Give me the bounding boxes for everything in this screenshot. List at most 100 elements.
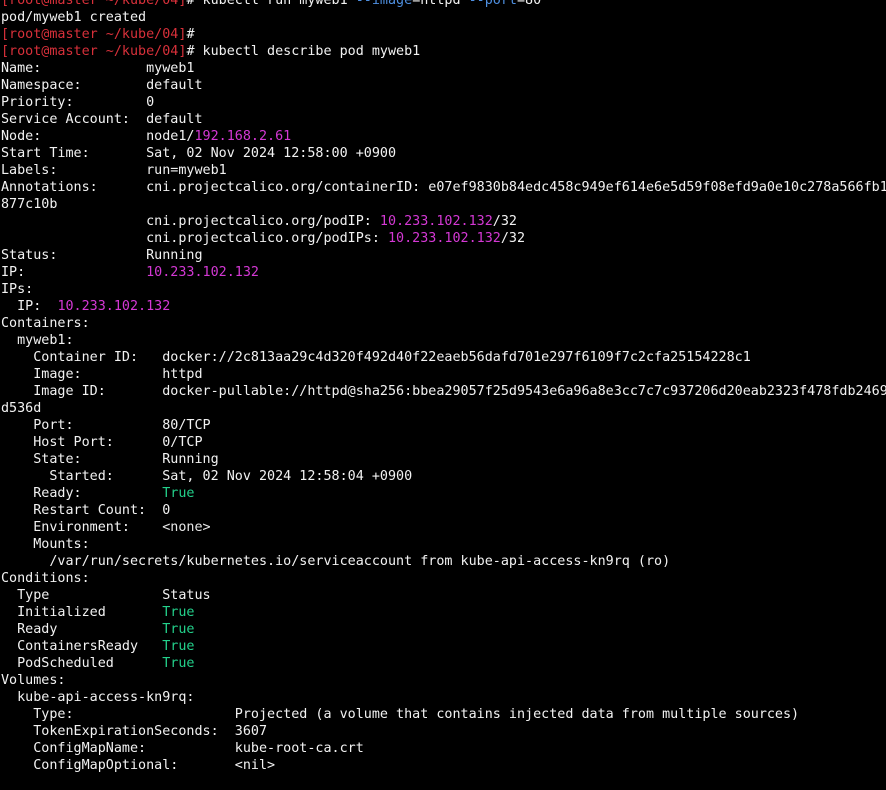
terminal-line: Container ID: docker://2c813aa29c4d320f4… xyxy=(1,349,886,366)
terminal-line: IP: 10.233.102.132 xyxy=(1,264,886,281)
shell-prompt: [root@master ~/kube/04] xyxy=(1,44,187,59)
output-text: IPs: xyxy=(1,282,34,297)
terminal-line: Initialized True xyxy=(1,604,886,621)
output-text: cni.projectcalico.org/podIP: xyxy=(1,214,380,229)
terminal-line: Name: myweb1 xyxy=(1,60,886,77)
output-text: Image: httpd xyxy=(1,367,203,382)
terminal-line: kube-api-access-kn9rq: xyxy=(1,689,886,706)
terminal-line: Image ID: docker-pullable://httpd@sha256… xyxy=(1,383,886,400)
output-text: ConfigMapOptional: <nil> xyxy=(1,758,276,773)
output-text: Namespace: default xyxy=(1,78,203,93)
output-text: kube-api-access-kn9rq: xyxy=(1,690,195,705)
output-text: IP: xyxy=(1,299,58,314)
ip-address: 10.233.102.132 xyxy=(379,214,493,229)
output-text: /var/run/secrets/kubernetes.io/serviceac… xyxy=(1,554,671,569)
output-text: ConfigMapName: kube-root-ca.crt xyxy=(1,741,364,756)
output-text: Priority: 0 xyxy=(1,95,155,110)
output-text: /32 xyxy=(500,231,526,246)
terminal-line: ContainersReady True xyxy=(1,638,886,655)
output-text: Started: Sat, 02 Nov 2024 12:58:04 +0900 xyxy=(1,469,413,484)
terminal-line: Host Port: 0/TCP xyxy=(1,434,886,451)
terminal-line: [root@master ~/kube/04]# kubectl describ… xyxy=(1,43,886,60)
output-text: Container ID: docker://2c813aa29c4d320f4… xyxy=(1,350,751,365)
output-text: ContainersReady xyxy=(1,639,163,654)
output-text: =httpd xyxy=(412,0,469,8)
terminal-line: Ready True xyxy=(1,621,886,638)
terminal-line: Annotations: cni.projectcalico.org/conta… xyxy=(1,179,886,196)
terminal-line: Namespace: default xyxy=(1,77,886,94)
output-text: Node: node1/ xyxy=(1,129,195,144)
terminal-line: Start Time: Sat, 02 Nov 2024 12:58:00 +0… xyxy=(1,145,886,162)
output-text: # kubectl describe pod myweb1 xyxy=(186,44,421,59)
output-text: myweb1: xyxy=(1,333,74,348)
output-text: 877c10b xyxy=(1,197,58,212)
output-text: Annotations: cni.projectcalico.org/conta… xyxy=(1,180,886,195)
terminal-output[interactable]: [root@master ~/kube/04]# kubectl run myw… xyxy=(1,0,886,790)
terminal-line: Status: Running xyxy=(1,247,886,264)
output-text: PodScheduled xyxy=(1,656,163,671)
output-text: # kubectl run myweb1 xyxy=(186,0,356,8)
terminal-line: IP: 10.233.102.132 xyxy=(1,298,886,315)
output-text: Volumes: xyxy=(1,673,66,688)
terminal-line: IPs: xyxy=(1,281,886,298)
output-text: Status: Running xyxy=(1,248,203,263)
terminal-line: Conditions: xyxy=(1,570,886,587)
status-true: True xyxy=(162,656,195,671)
output-text: Host Port: 0/TCP xyxy=(1,435,203,450)
terminal-line: Type: Projected (a volume that contains … xyxy=(1,706,886,723)
terminal-line: Node: node1/192.168.2.61 xyxy=(1,128,886,145)
terminal-line: cni.projectcalico.org/podIP: 10.233.102.… xyxy=(1,213,886,230)
output-text: Image ID: docker-pullable://httpd@sha256… xyxy=(1,384,886,399)
ip-address: 10.233.102.132 xyxy=(57,299,171,314)
terminal-line: Type Status xyxy=(1,587,886,604)
output-text: Start Time: Sat, 02 Nov 2024 12:58:00 +0… xyxy=(1,146,397,161)
output-text: Service Account: default xyxy=(1,112,203,127)
terminal-line: Port: 80/TCP xyxy=(1,417,886,434)
output-text: Port: 80/TCP xyxy=(1,418,211,433)
command-flag: --port xyxy=(468,0,517,8)
terminal-line: Containers: xyxy=(1,315,886,332)
output-text: pod/myweb1 created xyxy=(1,10,147,25)
terminal-line: Ready: True xyxy=(1,485,886,502)
output-text: State: Running xyxy=(1,452,219,467)
terminal-line: Mounts: xyxy=(1,536,886,553)
output-text: Mounts: xyxy=(1,537,90,552)
terminal-line: cni.projectcalico.org/podIPs: 10.233.102… xyxy=(1,230,886,247)
status-true: True xyxy=(162,486,195,501)
terminal-line: 877c10b xyxy=(1,196,886,213)
terminal-line: Volumes: xyxy=(1,672,886,689)
output-text: Containers: xyxy=(1,316,90,331)
status-true: True xyxy=(162,639,195,654)
shell-prompt: [root@master ~/kube/04] xyxy=(1,27,187,42)
ip-address: 10.233.102.132 xyxy=(387,231,501,246)
output-text: Type Status xyxy=(1,588,211,603)
output-text: Initialized xyxy=(1,605,163,620)
output-text: Restart Count: 0 xyxy=(1,503,171,518)
terminal-line: pod/myweb1 created xyxy=(1,9,886,26)
terminal-line: Labels: run=myweb1 xyxy=(1,162,886,179)
shell-prompt: [root@master ~/kube/04] xyxy=(1,0,187,8)
terminal-line: TokenExpirationSeconds: 3607 xyxy=(1,723,886,740)
terminal-line: /var/run/secrets/kubernetes.io/serviceac… xyxy=(1,553,886,570)
terminal-line: PodScheduled True xyxy=(1,655,886,672)
output-text: =80 xyxy=(517,0,542,8)
terminal-line: Service Account: default xyxy=(1,111,886,128)
terminal-line: d536d xyxy=(1,400,886,417)
output-text: Ready: xyxy=(1,486,163,501)
terminal-line: [root@master ~/kube/04]# xyxy=(1,26,886,43)
terminal-line: myweb1: xyxy=(1,332,886,349)
empty-value: <none> xyxy=(162,520,211,535)
terminal-line: [root@master ~/kube/04]# kubectl run myw… xyxy=(1,0,886,9)
output-text: # xyxy=(186,27,195,42)
terminal-line: Started: Sat, 02 Nov 2024 12:58:04 +0900 xyxy=(1,468,886,485)
terminal-line: Environment: <none> xyxy=(1,519,886,536)
status-true: True xyxy=(162,622,195,637)
command-flag: --image xyxy=(355,0,413,8)
output-text: cni.projectcalico.org/podIPs: xyxy=(1,231,388,246)
terminal-line: Priority: 0 xyxy=(1,94,886,111)
output-text: Type: Projected (a volume that contains … xyxy=(1,707,800,722)
status-true: True xyxy=(162,605,195,620)
ip-address: 10.233.102.132 xyxy=(146,265,259,280)
output-text: Environment: xyxy=(1,520,163,535)
terminal-line: State: Running xyxy=(1,451,886,468)
